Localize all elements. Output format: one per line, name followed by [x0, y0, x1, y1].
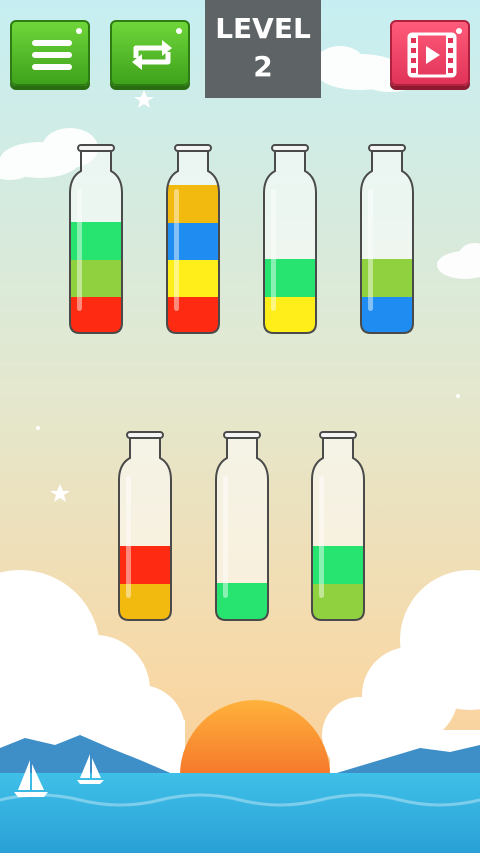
liquid-layer-lime [361, 259, 413, 297]
bottle-6[interactable] [214, 431, 270, 621]
bottle-rim [271, 144, 309, 152]
level-number: 2 [253, 50, 273, 83]
liquid-layer-blue [167, 222, 219, 260]
liquid-layer-orange [119, 583, 171, 620]
bottle-rim [368, 144, 406, 152]
bottle-shine [77, 189, 82, 311]
liquid-layer-green [264, 259, 316, 297]
bottle-shine [319, 476, 324, 598]
sea [0, 773, 480, 853]
level-panel: LEVEL 2 [205, 0, 321, 98]
liquid-layer-green [216, 583, 268, 620]
liquid-layer-lime [312, 583, 364, 620]
bottle-shine [223, 476, 228, 598]
button-shine [176, 28, 182, 34]
liquid-layer-red [119, 546, 171, 584]
liquid-layer-orange [167, 185, 219, 223]
bottle-rim [126, 431, 164, 439]
video-button[interactable] [390, 20, 470, 86]
liquid-layer-lime [70, 259, 122, 297]
bottle-rim [174, 144, 212, 152]
liquid-layer-red [70, 296, 122, 333]
bottle-rim [223, 431, 261, 439]
bottle-rim [319, 431, 357, 439]
bottle-4[interactable] [359, 144, 415, 334]
bottle-3[interactable] [262, 144, 318, 334]
liquid-layer-red [167, 296, 219, 333]
game-scene [0, 0, 480, 853]
liquid-layer-yellow [167, 259, 219, 297]
liquid-layer-yellow [264, 296, 316, 333]
liquid-layer-blue [361, 296, 413, 333]
bottle-7[interactable] [310, 431, 366, 621]
bottle-shine [174, 189, 179, 311]
button-shine [76, 28, 82, 34]
restart-button[interactable] [110, 20, 190, 86]
bottle-shine [368, 189, 373, 311]
bottle-shine [126, 476, 131, 598]
bottle-rim [77, 144, 115, 152]
bottle-shine [271, 189, 276, 311]
bottle-1[interactable] [68, 144, 124, 334]
level-title: LEVEL [215, 12, 311, 45]
bottle-2[interactable] [165, 144, 221, 334]
menu-button[interactable] [10, 20, 90, 86]
liquid-layer-green [312, 546, 364, 584]
liquid-layer-green [70, 222, 122, 260]
button-shine [456, 28, 462, 34]
bottle-5[interactable] [117, 431, 173, 621]
